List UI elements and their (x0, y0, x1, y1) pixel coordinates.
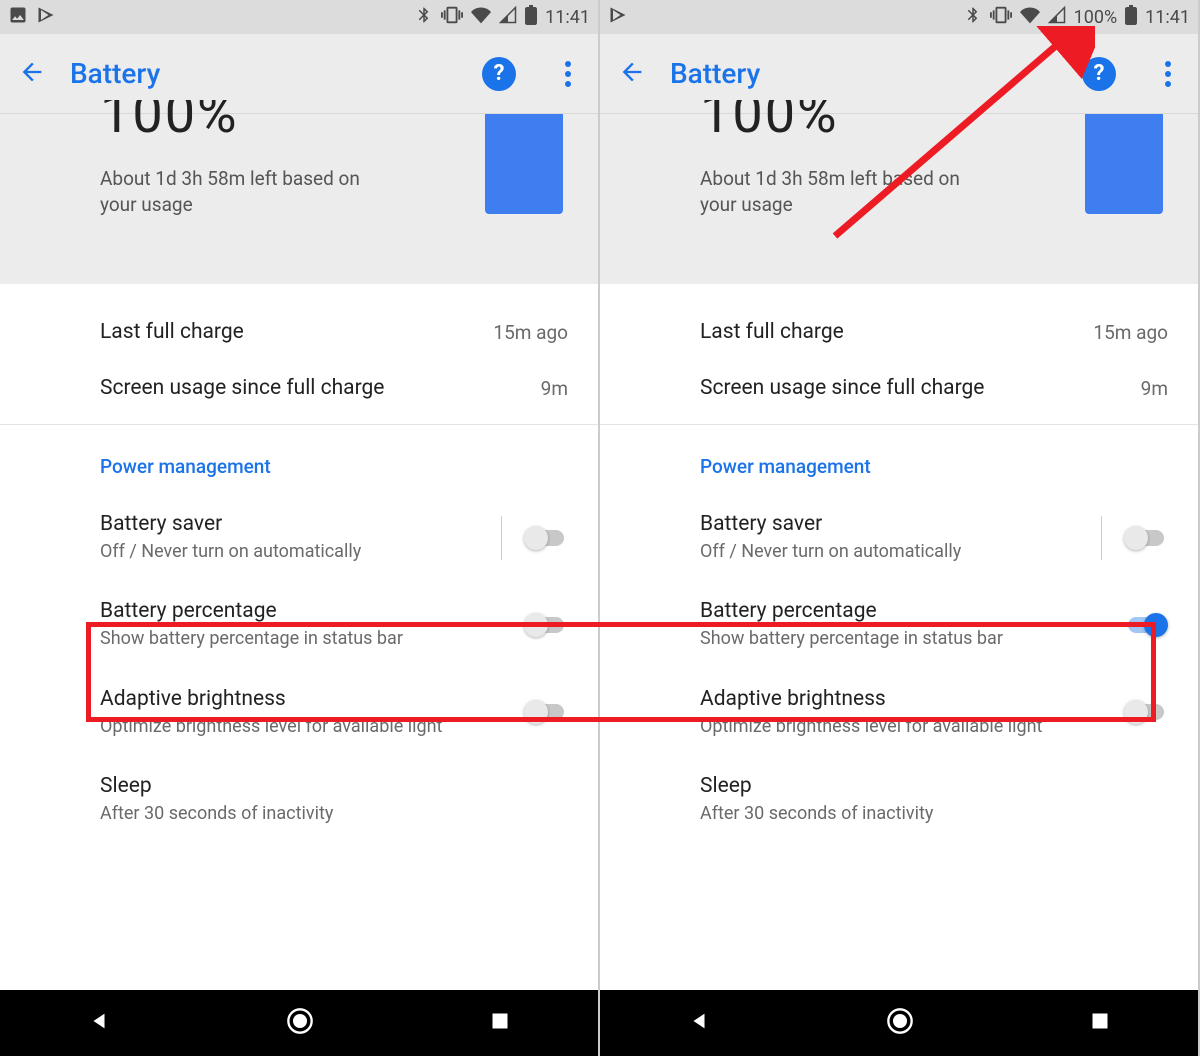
nav-recent-button[interactable] (490, 1011, 510, 1035)
statusbar: 11:41 (0, 0, 598, 34)
battery-icon (525, 5, 537, 30)
row-sub: Off / Never turn on automatically (700, 540, 1060, 563)
row-sub: Show battery percentage in status bar (100, 627, 460, 650)
battery-percentage-toggle[interactable] (1124, 613, 1168, 637)
help-button[interactable]: ? (482, 57, 516, 91)
row-sub: Optimize brightness level for available … (100, 715, 460, 738)
navbar (600, 990, 1198, 1056)
divider-vertical (501, 516, 502, 560)
row-label: Adaptive brightness (700, 687, 1124, 711)
row-label: Screen usage since full charge (700, 376, 984, 400)
battery-hero: 100% About 1d 3h 58m left based on your … (600, 114, 1198, 284)
battery-saver-toggle[interactable] (524, 526, 568, 550)
back-button[interactable] (18, 58, 46, 90)
nav-back-button[interactable] (688, 1010, 710, 1036)
row-label: Battery percentage (700, 599, 1124, 623)
row-label: Sleep (100, 774, 568, 798)
phone-right: 100% 11:41 Battery ? 100% About 1d 3h 58… (600, 0, 1200, 1056)
battery-chart-block (1085, 114, 1163, 214)
battery-saver-row[interactable]: Battery saver Off / Never turn on automa… (0, 494, 598, 581)
adaptive-brightness-row[interactable]: Adaptive brightness Optimize brightness … (600, 669, 1198, 756)
battery-percentage-toggle[interactable] (524, 613, 568, 637)
adaptive-brightness-toggle[interactable] (524, 700, 568, 724)
page-title: Battery (670, 57, 1058, 90)
row-label: Battery percentage (100, 599, 524, 623)
last-full-charge-row[interactable]: Last full charge 15m ago (0, 304, 598, 360)
row-sub: Optimize brightness level for available … (700, 715, 1060, 738)
row-label: Last full charge (100, 320, 244, 344)
screen-usage-row[interactable]: Screen usage since full charge 9m (600, 360, 1198, 416)
row-value: 9m (1141, 377, 1168, 400)
signal-icon (499, 6, 517, 29)
clock-text: 11:41 (545, 7, 590, 28)
battery-percentage-row[interactable]: Battery percentage Show battery percenta… (0, 581, 598, 668)
battery-estimate: About 1d 3h 58m left based on your usage (700, 166, 1000, 217)
settings-list: Last full charge 15m ago Screen usage si… (600, 284, 1198, 990)
row-sub: Off / Never turn on automatically (100, 540, 460, 563)
image-icon (8, 5, 28, 30)
settings-list: Last full charge 15m ago Screen usage si… (0, 284, 598, 990)
row-sub: After 30 seconds of inactivity (700, 802, 1060, 825)
battery-hero: 100% About 1d 3h 58m left based on your … (0, 114, 598, 284)
signal-icon (1048, 6, 1066, 29)
bluetooth-icon (964, 6, 982, 29)
play-icon (36, 5, 56, 30)
sleep-row[interactable]: Sleep After 30 seconds of inactivity (0, 756, 598, 843)
row-label: Screen usage since full charge (100, 376, 384, 400)
row-label: Last full charge (700, 320, 844, 344)
nav-back-button[interactable] (88, 1010, 110, 1036)
row-label: Battery saver (100, 512, 501, 536)
bluetooth-icon (415, 6, 433, 29)
section-title: Power management (600, 425, 1198, 494)
row-label: Battery saver (700, 512, 1101, 536)
navbar (0, 990, 598, 1056)
vibrate-icon (441, 4, 463, 31)
wifi-icon (471, 5, 491, 30)
nav-recent-button[interactable] (1090, 1011, 1110, 1035)
page-title: Battery (70, 57, 458, 90)
overflow-menu-button[interactable] (556, 61, 580, 87)
battery-icon (1125, 5, 1137, 30)
battery-percent-text: 100% (1074, 7, 1118, 28)
battery-chart-block (485, 114, 563, 214)
row-label: Sleep (700, 774, 1168, 798)
row-sub: Show battery percentage in status bar (700, 627, 1060, 650)
row-value: 9m (541, 377, 568, 400)
clock-text: 11:41 (1145, 7, 1190, 28)
wifi-icon (1020, 5, 1040, 30)
row-sub: After 30 seconds of inactivity (100, 802, 460, 825)
row-value: 15m ago (493, 321, 568, 344)
phone-left: 11:41 Battery ? 100% About 1d 3h 58m lef… (0, 0, 600, 1056)
sleep-row[interactable]: Sleep After 30 seconds of inactivity (600, 756, 1198, 843)
vibrate-icon (990, 4, 1012, 31)
adaptive-brightness-row[interactable]: Adaptive brightness Optimize brightness … (0, 669, 598, 756)
statusbar: 100% 11:41 (600, 0, 1198, 34)
section-title: Power management (0, 425, 598, 494)
battery-estimate: About 1d 3h 58m left based on your usage (100, 166, 400, 217)
battery-saver-toggle[interactable] (1124, 526, 1168, 550)
help-button[interactable]: ? (1082, 57, 1116, 91)
row-value: 15m ago (1093, 321, 1168, 344)
nav-home-button[interactable] (886, 1007, 914, 1039)
screen-usage-row[interactable]: Screen usage since full charge 9m (0, 360, 598, 416)
adaptive-brightness-toggle[interactable] (1124, 700, 1168, 724)
play-icon (608, 5, 628, 30)
last-full-charge-row[interactable]: Last full charge 15m ago (600, 304, 1198, 360)
divider-vertical (1101, 516, 1102, 560)
back-button[interactable] (618, 58, 646, 90)
battery-percentage-row[interactable]: Battery percentage Show battery percenta… (600, 581, 1198, 668)
battery-saver-row[interactable]: Battery saver Off / Never turn on automa… (600, 494, 1198, 581)
row-label: Adaptive brightness (100, 687, 524, 711)
overflow-menu-button[interactable] (1156, 61, 1180, 87)
nav-home-button[interactable] (286, 1007, 314, 1039)
